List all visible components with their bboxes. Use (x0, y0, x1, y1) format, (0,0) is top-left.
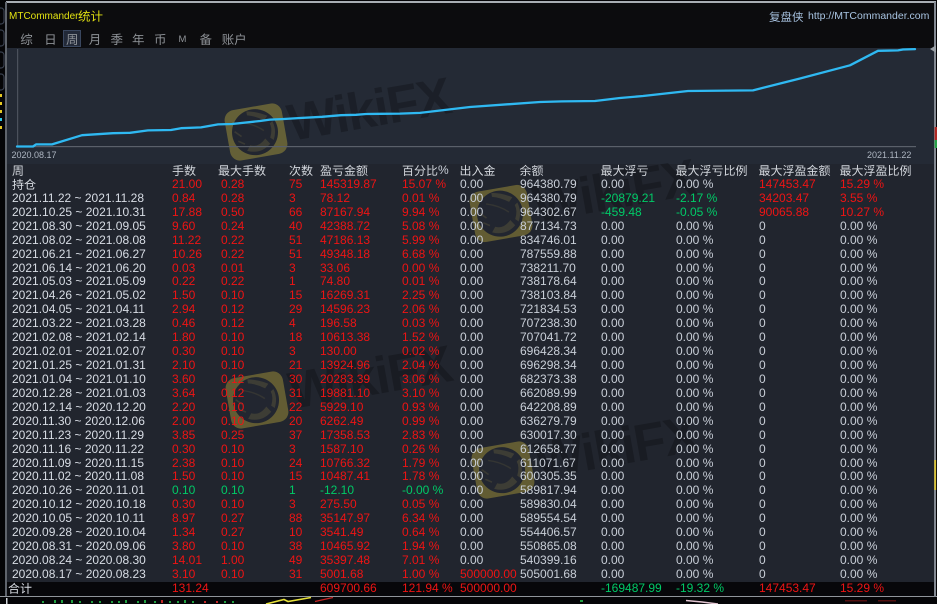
svg-text:WikiFX: WikiFX (283, 67, 456, 153)
